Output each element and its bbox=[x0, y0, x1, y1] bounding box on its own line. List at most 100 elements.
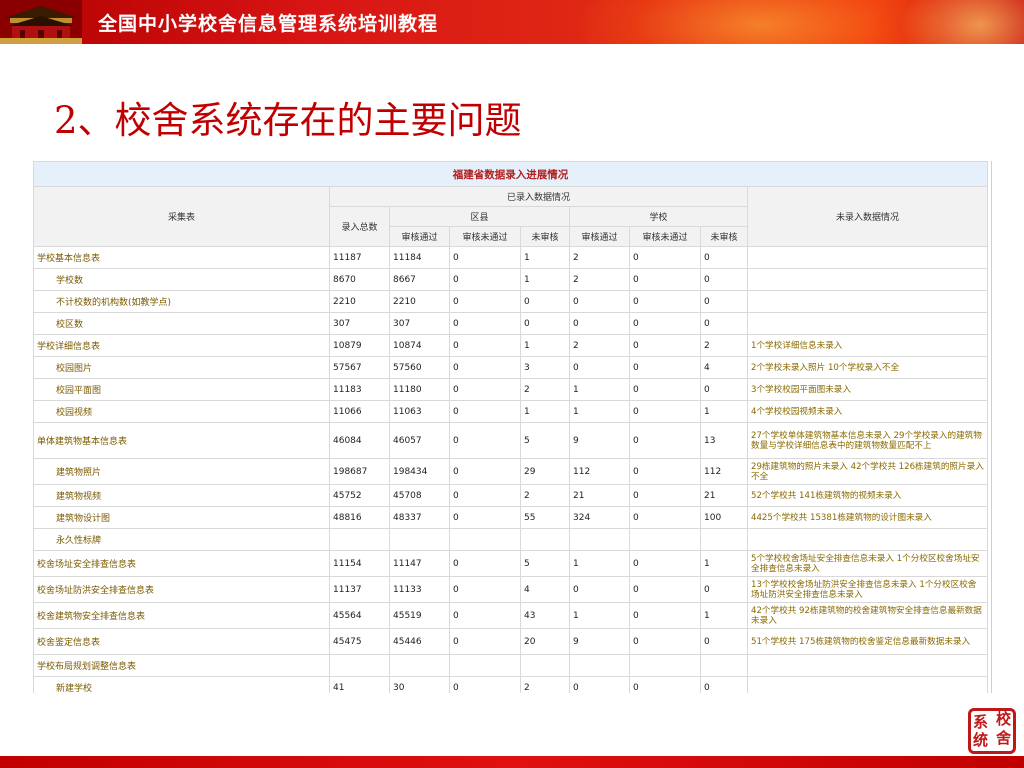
row-cell bbox=[629, 654, 701, 677]
row-cell: 0 bbox=[700, 628, 748, 655]
table-row: 校园平面图 11183 11180 0 2 1 0 0 3个学校校园平面图未录入 bbox=[33, 378, 989, 401]
row-name: 校舍建筑物安全排查信息表 bbox=[33, 602, 330, 629]
table-row: 校舍场址防洪安全排查信息表 11137 11133 0 4 0 0 0 13个学校校舍场址防洪安… bbox=[33, 576, 989, 603]
table-row: 新建学校 41 30 0 2 0 0 0 bbox=[33, 676, 989, 693]
row-name: 校园图片 bbox=[33, 356, 330, 379]
row-cell: 0 bbox=[700, 676, 748, 693]
row-name: 学校详细信息表 bbox=[33, 334, 330, 357]
row-cell: 45708 bbox=[389, 484, 450, 507]
row-cell: 0 bbox=[700, 290, 748, 313]
row-note bbox=[746, 268, 989, 291]
row-cell: 2 bbox=[520, 378, 570, 401]
header-total: 录入总数 bbox=[329, 206, 390, 247]
row-cell: 307 bbox=[389, 312, 450, 335]
row-cell: 45752 bbox=[329, 484, 390, 507]
row-cell: 11063 bbox=[389, 400, 450, 423]
row-cell: 0 bbox=[629, 312, 701, 335]
row-cell: 57567 bbox=[329, 356, 390, 379]
row-cell: 0 bbox=[569, 312, 630, 335]
row-cell: 198687 bbox=[329, 458, 390, 485]
row-cell: 1 bbox=[569, 602, 630, 629]
row-cell: 0 bbox=[449, 458, 521, 485]
row-cell: 0 bbox=[569, 356, 630, 379]
header-county: 区县 bbox=[389, 206, 570, 227]
banner-title: 全国中小学校舍信息管理系统培训教程 bbox=[98, 13, 439, 35]
row-cell: 57560 bbox=[389, 356, 450, 379]
table-row: 校区数 307 307 0 0 0 0 0 bbox=[33, 312, 989, 335]
data-table-container: 福建省数据录入进展情况 采集表 已录入数据情况 未录入数据情况 录入总数 区县 … bbox=[33, 161, 992, 693]
row-cell: 0 bbox=[569, 290, 630, 313]
row-name: 校园视频 bbox=[33, 400, 330, 423]
row-cell: 0 bbox=[629, 290, 701, 313]
row-name: 单体建筑物基本信息表 bbox=[33, 422, 330, 459]
row-cell: 48816 bbox=[329, 506, 390, 529]
row-cell: 0 bbox=[629, 576, 701, 603]
table-row: 学校基本信息表 11187 11184 0 1 2 0 0 bbox=[33, 246, 989, 269]
row-cell: 1 bbox=[569, 378, 630, 401]
row-cell: 0 bbox=[449, 268, 521, 291]
row-cell: 11154 bbox=[329, 550, 390, 577]
row-cell: 4 bbox=[700, 356, 748, 379]
row-cell: 0 bbox=[629, 378, 701, 401]
row-cell: 11187 bbox=[329, 246, 390, 269]
row-cell: 20 bbox=[520, 628, 570, 655]
row-cell: 3 bbox=[520, 356, 570, 379]
header-not-entered: 未录入数据情况 bbox=[746, 186, 989, 247]
row-cell: 0 bbox=[569, 576, 630, 603]
row-note bbox=[746, 290, 989, 313]
header-banner: 全国中小学校舍信息管理系统培训教程 bbox=[0, 0, 1024, 44]
row-cell bbox=[700, 654, 748, 677]
header-school-pending: 未审核 bbox=[700, 226, 748, 247]
row-note: 4425个学校共 15381栋建筑物的设计图未录入 bbox=[746, 506, 989, 529]
table-row: 永久性标牌 bbox=[33, 528, 989, 551]
row-note: 27个学校单体建筑物基本信息未录入 29个学校录入的建筑物数量与学校详细信息表中… bbox=[746, 422, 989, 459]
row-note bbox=[746, 654, 989, 677]
table-row: 学校详细信息表 10879 10874 0 1 2 0 2 1个学校详细信息未录入 bbox=[33, 334, 989, 357]
row-cell: 11183 bbox=[329, 378, 390, 401]
row-cell bbox=[629, 528, 701, 551]
row-cell: 9 bbox=[569, 628, 630, 655]
table-row: 校园图片 57567 57560 0 3 0 0 4 2个学校未录入照片 10个学校录入不全 bbox=[33, 356, 989, 379]
row-cell: 0 bbox=[569, 676, 630, 693]
row-note: 3个学校校园平面图未录入 bbox=[746, 378, 989, 401]
row-note: 13个学校校舍场址防洪安全排查信息未录入 1个分校区校舍场址防洪安全排查信息未录… bbox=[746, 576, 989, 603]
row-cell: 307 bbox=[329, 312, 390, 335]
row-cell: 45519 bbox=[389, 602, 450, 629]
row-cell: 2210 bbox=[329, 290, 390, 313]
row-cell: 0 bbox=[449, 550, 521, 577]
row-cell: 43 bbox=[520, 602, 570, 629]
row-cell: 10874 bbox=[389, 334, 450, 357]
row-cell: 1 bbox=[569, 400, 630, 423]
row-cell: 0 bbox=[629, 676, 701, 693]
row-cell: 1 bbox=[520, 246, 570, 269]
row-cell: 0 bbox=[700, 576, 748, 603]
page-title: 2、校舍系统存在的主要问题 bbox=[54, 99, 522, 142]
row-name: 永久性标牌 bbox=[33, 528, 330, 551]
row-cell: 0 bbox=[700, 268, 748, 291]
row-cell: 0 bbox=[449, 422, 521, 459]
row-cell: 0 bbox=[629, 422, 701, 459]
system-seal-logo: 系 校 统 舍 bbox=[968, 708, 1016, 754]
row-cell: 13 bbox=[700, 422, 748, 459]
row-name: 建筑物设计图 bbox=[33, 506, 330, 529]
row-cell: 0 bbox=[520, 290, 570, 313]
row-cell: 2 bbox=[569, 268, 630, 291]
row-cell: 0 bbox=[629, 550, 701, 577]
table-row: 不计校数的机构数(如教学点) 2210 2210 0 0 0 0 0 bbox=[33, 290, 989, 313]
row-cell bbox=[389, 528, 450, 551]
table-row: 校园视频 11066 11063 0 1 1 0 1 4个学校校园视频未录入 bbox=[33, 400, 989, 423]
row-note bbox=[746, 312, 989, 335]
row-cell: 1 bbox=[520, 268, 570, 291]
footer-bar bbox=[0, 756, 1024, 768]
row-cell: 198434 bbox=[389, 458, 450, 485]
row-note bbox=[746, 676, 989, 693]
row-cell: 0 bbox=[449, 246, 521, 269]
row-cell: 0 bbox=[629, 268, 701, 291]
row-cell: 0 bbox=[449, 400, 521, 423]
row-cell bbox=[449, 654, 521, 677]
row-cell: 45446 bbox=[389, 628, 450, 655]
row-cell: 1 bbox=[569, 550, 630, 577]
row-cell: 0 bbox=[449, 576, 521, 603]
row-cell: 4 bbox=[520, 576, 570, 603]
row-cell: 0 bbox=[700, 378, 748, 401]
